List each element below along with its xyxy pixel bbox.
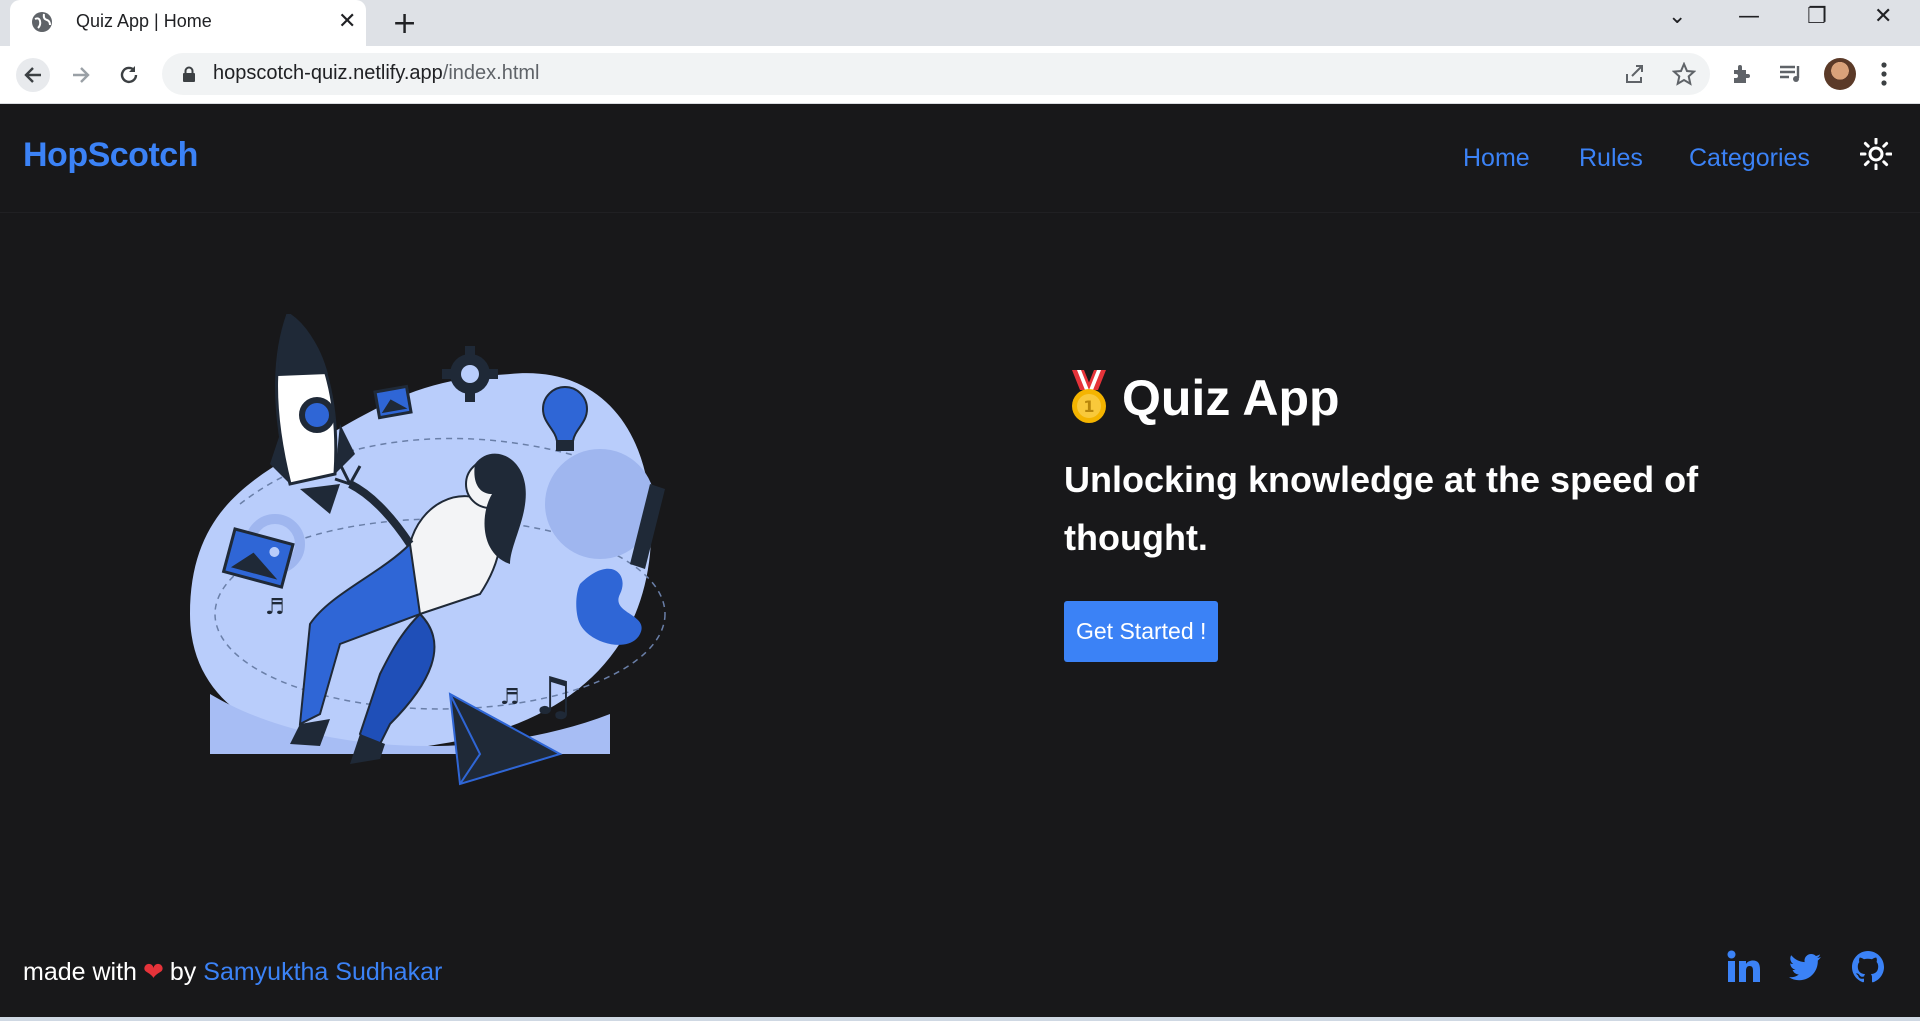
author-link[interactable]: Samyuktha Sudhakar <box>203 958 442 986</box>
avatar[interactable] <box>1824 58 1856 90</box>
star-icon[interactable] <box>1672 62 1696 86</box>
hero-text: 1 Quiz App Unlocking knowledge at the sp… <box>1064 369 1784 662</box>
globe-icon <box>32 12 52 32</box>
tab-title: Quiz App | Home <box>76 11 212 31</box>
medal-icon: 1 <box>1072 370 1106 423</box>
hero-illustration: ♬ ♬ ♫ <box>190 314 666 786</box>
hero-subtitle: Unlocking knowledge at the speed of thou… <box>1064 459 1699 558</box>
lock-icon <box>183 66 195 82</box>
url-host: hopscotch-quiz.netlify.app <box>213 62 443 84</box>
minimize-icon[interactable]: — <box>1738 4 1760 29</box>
restore-icon[interactable]: ❐ <box>1807 4 1827 29</box>
back-icon[interactable] <box>16 58 50 92</box>
reload-icon[interactable] <box>112 58 146 92</box>
github-icon[interactable] <box>1850 949 1886 985</box>
linkedin-icon[interactable] <box>1725 949 1761 985</box>
svg-text:♬: ♬ <box>265 595 285 620</box>
nav-categories[interactable]: Categories <box>1689 144 1810 173</box>
sun-icon[interactable] <box>1860 138 1892 170</box>
chevron-down-icon[interactable]: ⌄ <box>1668 4 1686 29</box>
footer-credit: made with ❤ by Samyuktha Sudhakar <box>23 957 442 987</box>
menu-icon[interactable] <box>1880 61 1888 87</box>
forward-icon[interactable] <box>64 58 98 92</box>
made-with-text: made with <box>23 958 137 986</box>
window-close-icon[interactable]: ✕ <box>1874 4 1892 29</box>
nav-rules[interactable]: Rules <box>1579 144 1643 173</box>
plus-icon[interactable]: + <box>392 6 417 41</box>
address-bar[interactable]: hopscotch-quiz.netlify.app/index.html <box>162 53 1710 95</box>
browser-tab-strip: Quiz App | Home ✕ + ⌄ — ❐ ✕ <box>0 0 1920 46</box>
svg-text:♫: ♫ <box>530 667 577 727</box>
get-started-button[interactable]: Get Started ! <box>1064 601 1219 662</box>
brand-logo[interactable]: HopScotch <box>23 136 198 175</box>
page: HopScotch Home Rules Categories ♬ ♬ ♫ 1 … <box>0 104 1920 1021</box>
bottom-strip <box>0 1017 1920 1021</box>
by-text: by <box>169 958 197 986</box>
share-icon[interactable] <box>1623 62 1647 86</box>
url-path: /index.html <box>442 62 540 84</box>
svg-text:1: 1 <box>1083 397 1094 416</box>
hero-title: 1 Quiz App <box>1064 369 1784 427</box>
browser-toolbar: hopscotch-quiz.netlify.app/index.html <box>0 46 1920 104</box>
twitter-icon[interactable] <box>1787 949 1823 985</box>
hero-title-text: Quiz App <box>1122 370 1340 426</box>
footer: made with ❤ by Samyuktha Sudhakar <box>0 911 1920 1021</box>
url-text: hopscotch-quiz.netlify.app/index.html <box>213 62 539 85</box>
site-navbar: HopScotch Home Rules Categories <box>0 104 1920 213</box>
extensions-icon[interactable] <box>1730 62 1754 86</box>
close-icon[interactable]: ✕ <box>338 9 356 34</box>
svg-text:♬: ♬ <box>500 685 520 710</box>
media-icon[interactable] <box>1778 62 1804 86</box>
nav-home[interactable]: Home <box>1463 144 1530 173</box>
browser-tab[interactable]: Quiz App | Home ✕ <box>10 0 366 46</box>
heart-icon: ❤ <box>142 958 164 986</box>
